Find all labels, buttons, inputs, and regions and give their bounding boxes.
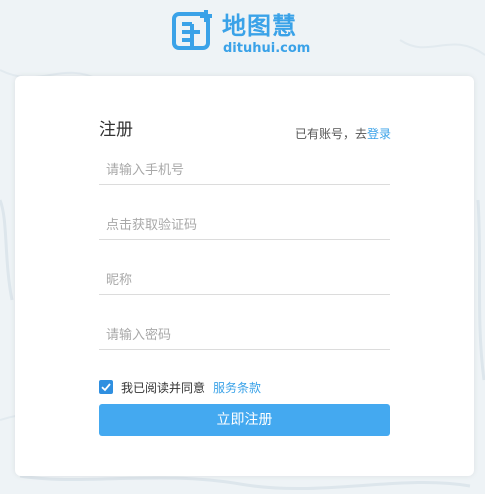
- verification-code-field: [99, 211, 391, 240]
- phone-field: [99, 156, 391, 185]
- nickname-field: [99, 266, 391, 295]
- brand-logo: 地图慧 dituhui.com: [172, 8, 332, 60]
- brand-domain: dituhui.com: [223, 41, 311, 56]
- register-card: 注册 已有账号，去登录 我已阅读并同意 服务条款 立即注册: [15, 76, 474, 476]
- password-input[interactable]: [99, 321, 391, 349]
- phone-input[interactable]: [99, 156, 391, 184]
- agree-text: 我已阅读并同意: [121, 381, 206, 395]
- login-link[interactable]: 登录: [367, 127, 391, 141]
- have-account-text: 已有账号，去: [294, 127, 367, 141]
- page-title: 注册: [99, 120, 133, 140]
- register-button[interactable]: 立即注册: [99, 404, 390, 436]
- terms-link[interactable]: 服务条款: [213, 380, 261, 396]
- brand-name: 地图慧: [222, 12, 297, 40]
- map-grid-plus-icon: [172, 10, 212, 50]
- have-account-prompt: 已有账号，去登录: [295, 127, 391, 141]
- nickname-input[interactable]: [99, 266, 391, 294]
- agree-checkbox[interactable]: [99, 380, 113, 394]
- verification-code-input[interactable]: [99, 211, 391, 239]
- checkmark-icon: [101, 383, 111, 392]
- password-field: [99, 321, 391, 350]
